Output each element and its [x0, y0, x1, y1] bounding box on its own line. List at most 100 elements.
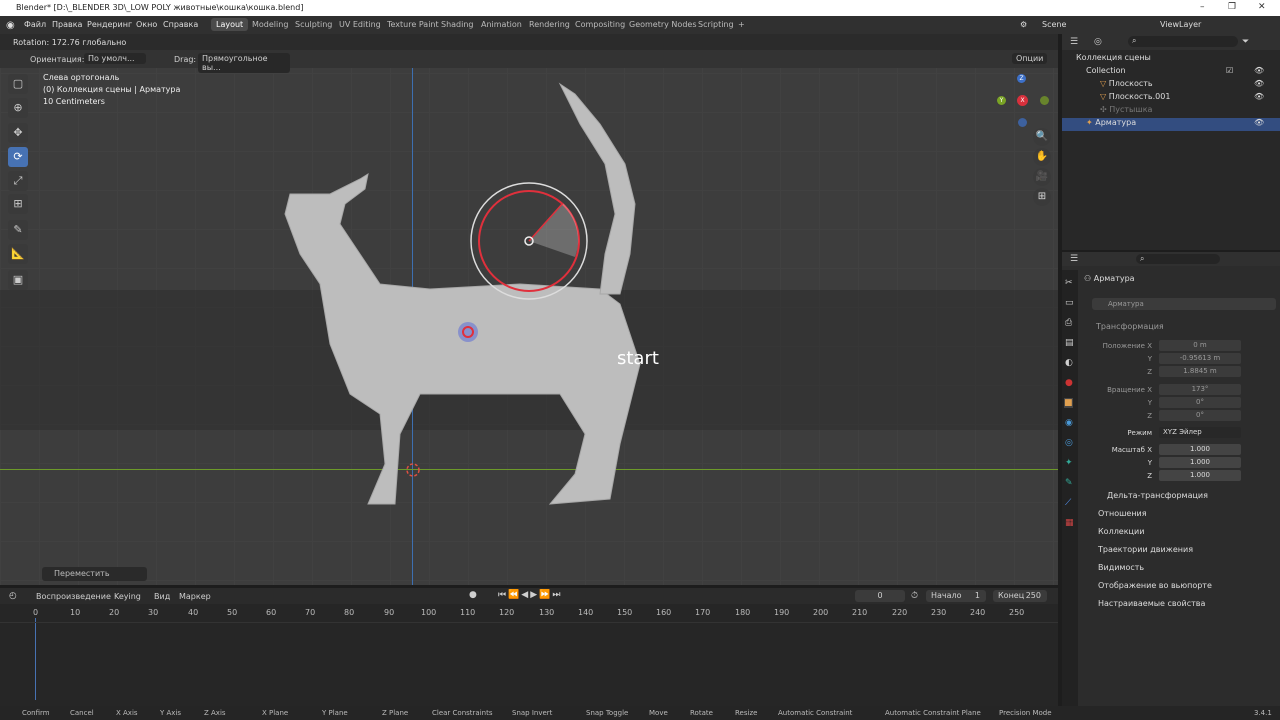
transform-tool-icon[interactable]: ⊞: [8, 194, 28, 214]
grid-view-icon[interactable]: ⊞: [1033, 188, 1051, 206]
tab-rendering[interactable]: Rendering: [529, 20, 570, 29]
view-menu[interactable]: Вид: [154, 592, 170, 601]
relations-section[interactable]: Отношения: [1098, 509, 1147, 518]
gizmo-z-axis[interactable]: Z: [1017, 74, 1026, 83]
view-layer-tab-icon[interactable]: ▤: [1065, 338, 1074, 348]
menu-edit[interactable]: Правка: [52, 20, 82, 29]
minimize-button[interactable]: –: [1200, 2, 1205, 12]
eye-icon[interactable]: 👁: [1254, 66, 1264, 75]
gizmo-neg-z-axis[interactable]: [1018, 118, 1027, 127]
scale-y-field[interactable]: 1.000: [1159, 457, 1241, 468]
stopwatch-icon[interactable]: ⏱: [911, 591, 918, 601]
cat-mesh[interactable]: [0, 34, 1058, 585]
playback-menu[interactable]: Воспроизведение: [36, 592, 111, 601]
delta-transform-section[interactable]: Дельта-трансформация: [1107, 491, 1208, 500]
physics-tab-icon[interactable]: ◎: [1065, 438, 1073, 448]
outliner-item-selected[interactable]: ✦ Арматура 👁: [1062, 118, 1280, 131]
options-button[interactable]: Опции: [1012, 53, 1048, 64]
collections-section[interactable]: Коллекции: [1098, 527, 1144, 536]
playback-controls-icon[interactable]: ⏮⏪◀▶⏩⏭: [498, 590, 562, 600]
object-tab-icon[interactable]: ■: [1064, 398, 1073, 408]
tab-modeling[interactable]: Modeling: [252, 20, 288, 29]
marker-menu[interactable]: Маркер: [179, 592, 211, 601]
location-z-field[interactable]: 1.8845 m: [1159, 366, 1241, 377]
data-tab-icon[interactable]: ✎: [1065, 478, 1073, 488]
gizmo-neg-y-axis[interactable]: [1040, 96, 1049, 105]
rotation-y-field[interactable]: 0°: [1159, 397, 1241, 408]
scale-z-field[interactable]: 1.000: [1159, 470, 1241, 481]
gizmo-x-axis[interactable]: X: [1017, 95, 1028, 106]
move-tool-icon[interactable]: ✥: [8, 123, 28, 143]
checkbox-icon[interactable]: ☑: [1226, 66, 1233, 75]
outliner-item[interactable]: ✣ Пустышка: [1062, 105, 1280, 118]
rotate-gizmo[interactable]: [465, 177, 595, 307]
tab-compositing[interactable]: Compositing: [575, 20, 625, 29]
location-y-field[interactable]: -0.95613 m: [1159, 353, 1241, 364]
add-cube-tool-icon[interactable]: ▣: [8, 270, 28, 290]
maximize-button[interactable]: ❐: [1228, 2, 1236, 12]
clock-icon[interactable]: ◴: [9, 591, 17, 601]
menu-help[interactable]: Справка: [163, 20, 198, 29]
bone-tab-icon[interactable]: ⟋: [1065, 498, 1071, 508]
current-frame-field[interactable]: 0: [855, 590, 905, 602]
tab-texture-paint[interactable]: Texture Paint: [387, 20, 439, 29]
outliner-search-icon[interactable]: ⌕: [1128, 36, 1238, 47]
scene-name[interactable]: Scene: [1042, 20, 1066, 29]
tab-layout[interactable]: Layout: [211, 18, 249, 31]
output-tab-icon[interactable]: ⎙: [1065, 318, 1072, 328]
blender-logo-icon[interactable]: ◉: [6, 20, 15, 31]
tab-scripting[interactable]: Scripting: [698, 20, 734, 29]
tab-animation[interactable]: Animation: [481, 20, 522, 29]
outliner-item[interactable]: ▽ Плоскость.001 👁: [1062, 92, 1280, 105]
record-icon[interactable]: ●: [469, 590, 477, 600]
tab-shading[interactable]: Shading: [441, 20, 474, 29]
filter-icon[interactable]: ⏷: [1242, 37, 1249, 47]
cursor-tool-icon[interactable]: ⊕: [8, 98, 28, 118]
gizmo-y-axis[interactable]: Y: [997, 96, 1006, 105]
eye-icon[interactable]: 👁: [1254, 118, 1264, 127]
outliner-item[interactable]: ▽ Плоскость 👁: [1062, 79, 1280, 92]
end-frame-field[interactable]: Конец 250: [993, 590, 1047, 602]
editor-type-icon[interactable]: ☰: [1070, 37, 1078, 47]
menu-file[interactable]: Файл: [24, 20, 46, 29]
constraint-tab-icon[interactable]: ✦: [1065, 458, 1073, 468]
location-x-field[interactable]: 0 m: [1159, 340, 1241, 351]
start-frame-field[interactable]: Начало 1: [926, 590, 986, 602]
last-operator-panel[interactable]: Переместить: [42, 567, 147, 581]
editor-type-icon[interactable]: ☰: [1070, 254, 1078, 264]
outliner-collection[interactable]: Collection ☑ 👁: [1062, 66, 1280, 79]
orientation-dropdown[interactable]: По умолч...: [84, 53, 146, 64]
custom-properties-section[interactable]: Настраиваемые свойства: [1098, 599, 1205, 608]
keying-menu[interactable]: Keying: [114, 592, 141, 601]
annotate-tool-icon[interactable]: ✎: [8, 220, 28, 240]
drag-dropdown[interactable]: Прямоугольное вы...: [198, 53, 290, 73]
outliner-root[interactable]: Коллекция сцены: [1062, 53, 1280, 66]
rotation-x-field[interactable]: 173°: [1159, 384, 1241, 395]
scene-tab-icon[interactable]: ◐: [1065, 358, 1073, 368]
world-tab-icon[interactable]: ●: [1065, 378, 1073, 388]
select-box-tool-icon[interactable]: ▢: [8, 74, 28, 94]
rotation-z-field[interactable]: 0°: [1159, 410, 1241, 421]
close-button[interactable]: ✕: [1258, 2, 1266, 12]
viewport-display-section[interactable]: Отображение во вьюпорте: [1098, 581, 1212, 590]
tab-uv-editing[interactable]: UV Editing: [339, 20, 381, 29]
add-workspace-button[interactable]: +: [738, 20, 745, 29]
tool-tab-icon[interactable]: ✂: [1065, 278, 1073, 288]
3d-viewport[interactable]: start Слева ортогональ (0) Коллекция сце…: [0, 34, 1058, 585]
pan-hand-icon[interactable]: ✋: [1033, 148, 1051, 166]
data-name-field[interactable]: Арматура: [1092, 298, 1276, 310]
eye-icon[interactable]: 👁: [1254, 79, 1264, 88]
menu-window[interactable]: Окно: [136, 20, 157, 29]
eye-icon[interactable]: 👁: [1254, 92, 1264, 101]
timeline-editor[interactable]: 0 10 20 30 40 50 60 70 80 90 100 110 120…: [0, 588, 1058, 706]
tab-geometry-nodes[interactable]: Geometry Nodes: [629, 20, 696, 29]
measure-tool-icon[interactable]: 📐: [8, 244, 28, 264]
rotate-tool-icon[interactable]: ⟳: [8, 147, 28, 167]
view-layer-name[interactable]: ViewLayer: [1160, 20, 1201, 29]
display-mode-icon[interactable]: ◎: [1094, 37, 1102, 47]
modifier-tab-icon[interactable]: ◉: [1065, 418, 1073, 428]
camera-icon[interactable]: 🎥: [1033, 168, 1051, 186]
properties-search-icon[interactable]: ⌕: [1136, 254, 1220, 264]
tab-sculpting[interactable]: Sculpting: [295, 20, 332, 29]
outliner-panel[interactable]: ☰ ◎ ⌕ ⏷ Коллекция сцены Collection ☑ 👁 ▽…: [1062, 34, 1280, 250]
